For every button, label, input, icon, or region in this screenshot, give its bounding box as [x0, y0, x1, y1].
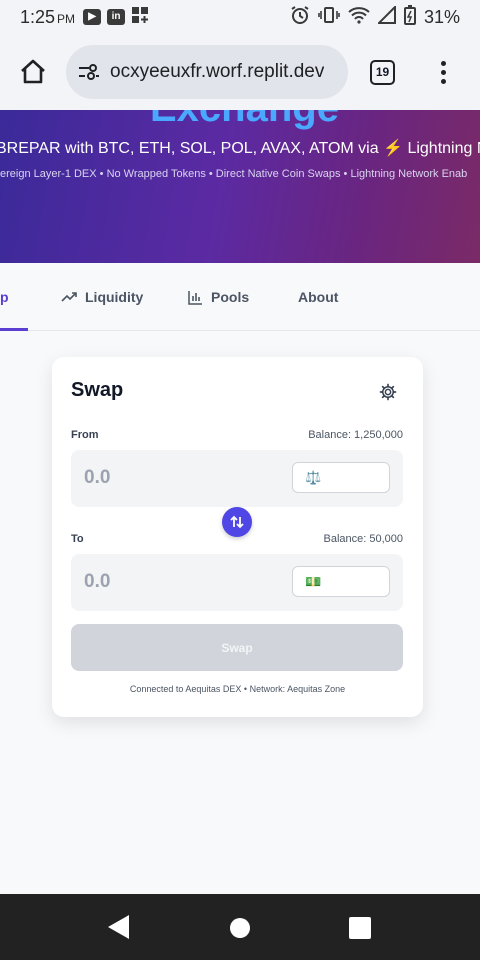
address-bar[interactable]: ocxyeeuxfr.worf.replit.dev	[66, 45, 348, 99]
android-nav-bar	[0, 894, 480, 960]
vibrate-icon	[318, 5, 340, 30]
home-button[interactable]	[16, 55, 50, 89]
from-label: From	[71, 429, 99, 441]
more-menu-icon[interactable]	[441, 60, 446, 84]
bar-chart-icon	[188, 290, 203, 305]
hero-subtitle: BREPAR with BTC, ETH, SOL, POL, AVAX, AT…	[0, 140, 480, 157]
tab-switcher-button[interactable]: 19	[370, 59, 395, 85]
site-settings-icon[interactable]	[78, 62, 100, 82]
from-token-select[interactable]: ⚖️	[292, 462, 390, 493]
home-circle-icon[interactable]	[230, 918, 250, 938]
hero-banner: Exchange BREPAR with BTC, ETH, SOL, POL,…	[0, 110, 480, 263]
browser-toolbar: ocxyeeuxfr.worf.replit.dev 19	[0, 34, 480, 110]
tab-swap[interactable]: p	[0, 263, 9, 331]
back-icon[interactable]	[108, 915, 129, 939]
connection-status: Connected to Aequitas DEX • Network: Aeq…	[129, 684, 346, 694]
battery-percent: 31%	[423, 6, 460, 27]
from-balance: Balance: 1,250,000	[308, 429, 403, 441]
active-tab-indicator	[0, 328, 28, 331]
recents-icon[interactable]	[349, 917, 371, 939]
scale-icon: ⚖️	[305, 469, 322, 485]
linkedin-icon: in	[107, 9, 126, 25]
swap-arrows-icon	[230, 515, 244, 529]
wifi-icon	[348, 6, 370, 29]
from-amount-input[interactable]: 0.0	[84, 467, 110, 489]
to-amount-box: 0.0 💵	[71, 554, 403, 611]
battery-icon	[403, 4, 416, 30]
hero-tagline: ereign Layer-1 DEX • No Wrapped Tokens •…	[0, 168, 468, 180]
trending-up-icon	[61, 291, 77, 303]
tab-label: Liquidity	[85, 289, 144, 305]
to-label: To	[71, 533, 84, 545]
tab-pools[interactable]: Pools	[188, 263, 249, 331]
swap-button[interactable]: Swap	[71, 624, 403, 671]
signal-icon	[376, 4, 396, 29]
system-icons: 31%	[290, 4, 460, 30]
youtube-icon: ▶	[83, 9, 102, 25]
to-amount-input[interactable]: 0.0	[84, 571, 110, 593]
url-text: ocxyeeuxfr.worf.replit.dev	[110, 61, 325, 82]
tab-label: p	[0, 289, 9, 305]
to-token-select[interactable]: 💵	[292, 566, 390, 597]
tab-label: About	[298, 289, 339, 305]
notification-icons: ▶ in	[83, 6, 149, 29]
settings-gear-icon[interactable]	[379, 383, 397, 401]
swap-card: Swap From Balance: 1,250,000 0.0 ⚖️ To B…	[52, 357, 423, 717]
money-icon: 💵	[305, 573, 322, 589]
main-tabs: p Liquidity Pools About	[0, 263, 480, 331]
tab-label: Pools	[211, 289, 250, 305]
alarm-icon	[290, 5, 310, 30]
hero-title: Exchange	[150, 110, 339, 131]
tab-about[interactable]: About	[298, 263, 338, 331]
from-amount-box: 0.0 ⚖️	[71, 450, 403, 507]
apps-icon	[131, 6, 149, 29]
to-balance: Balance: 50,000	[323, 533, 403, 545]
tab-liquidity[interactable]: Liquidity	[61, 263, 143, 331]
status-bar: 1:25 PM ▶ in 31%	[0, 0, 480, 34]
swap-card-title: Swap	[71, 379, 124, 401]
swap-direction-button[interactable]	[222, 507, 252, 537]
status-time: 1:25 PM	[20, 6, 76, 27]
home-icon	[21, 59, 45, 84]
